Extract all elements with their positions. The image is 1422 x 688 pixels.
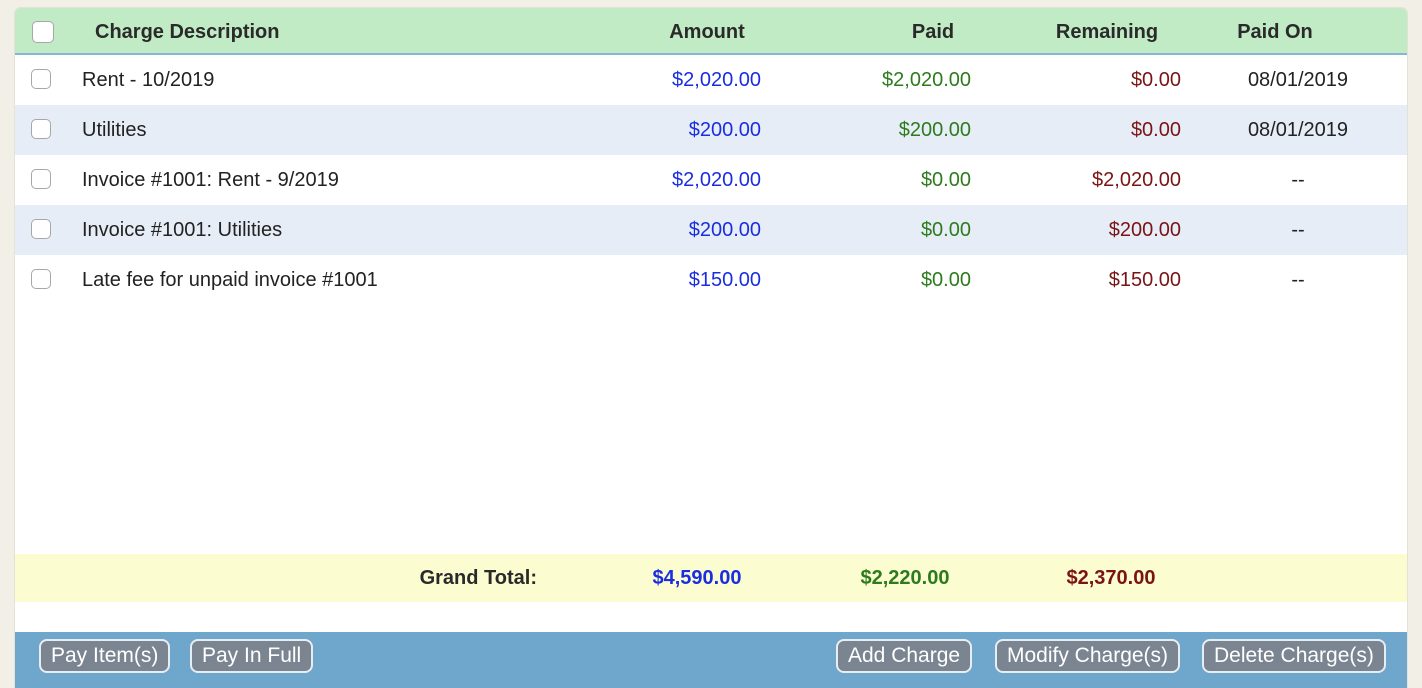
row-checkbox[interactable] — [31, 69, 51, 89]
charge-paid-on: -- — [1291, 269, 1305, 291]
charge-paid-on: 08/01/2019 — [1247, 119, 1349, 141]
grand-total-amount: $4,590.00 — [652, 567, 742, 589]
charges-panel: Charge Description Amount Paid Remaining… — [15, 8, 1407, 688]
charge-paid: $2,020.00 — [882, 69, 971, 91]
pay-items-button[interactable]: Pay Item(s) — [39, 639, 171, 673]
charge-paid-on: -- — [1291, 169, 1305, 191]
charge-description: Invoice #1001: Rent - 9/2019 — [82, 169, 339, 191]
table-row[interactable]: Invoice #1001: Rent - 9/2019 $2,020.00 $… — [15, 155, 1407, 205]
charge-remaining: $2,020.00 — [1092, 169, 1181, 191]
charge-paid: $0.00 — [920, 169, 971, 191]
add-charge-button[interactable]: Add Charge — [836, 639, 973, 673]
row-checkbox[interactable] — [31, 219, 51, 239]
charge-paid-on: -- — [1291, 219, 1305, 241]
modify-charges-button[interactable]: Modify Charge(s) — [995, 639, 1181, 673]
header-paid-on[interactable]: Paid On — [1220, 20, 1330, 44]
pay-in-full-button[interactable]: Pay In Full — [190, 639, 314, 673]
charge-description: Rent - 10/2019 — [82, 69, 215, 91]
charge-paid: $0.00 — [920, 269, 971, 291]
row-checkbox[interactable] — [31, 269, 51, 289]
charge-amount: $150.00 — [688, 269, 761, 291]
charge-description: Late fee for unpaid invoice #1001 — [82, 269, 378, 291]
grand-total-row: Grand Total: $4,590.00 $2,220.00 $2,370.… — [15, 554, 1407, 602]
header-amount[interactable]: Amount — [647, 20, 767, 44]
grand-total-remaining: $2,370.00 — [1066, 567, 1156, 589]
charge-paid: $0.00 — [920, 219, 971, 241]
grand-total-label: Grand Total: — [419, 567, 537, 589]
table-header: Charge Description Amount Paid Remaining… — [15, 8, 1407, 55]
select-all-checkbox[interactable] — [32, 21, 54, 43]
charge-remaining: $0.00 — [1130, 69, 1181, 91]
row-checkbox[interactable] — [31, 169, 51, 189]
action-toolbar: Pay Item(s) Pay In Full Add Charge Modif… — [15, 632, 1407, 688]
header-remaining[interactable]: Remaining — [1037, 20, 1177, 44]
charge-paid-on: 08/01/2019 — [1247, 69, 1349, 91]
table-row[interactable]: Invoice #1001: Utilities $200.00 $0.00 $… — [15, 205, 1407, 255]
charge-remaining: $200.00 — [1108, 219, 1181, 241]
charge-amount: $200.00 — [688, 219, 761, 241]
header-charge-description[interactable]: Charge Description — [95, 20, 279, 44]
charge-amount: $2,020.00 — [672, 69, 761, 91]
row-checkbox[interactable] — [31, 119, 51, 139]
charge-description: Utilities — [82, 119, 147, 141]
delete-charges-button[interactable]: Delete Charge(s) — [1202, 639, 1386, 673]
charge-description: Invoice #1001: Utilities — [82, 219, 283, 241]
charge-amount: $200.00 — [688, 119, 761, 141]
table-row[interactable]: Utilities $200.00 $200.00 $0.00 08/01/20… — [15, 105, 1407, 155]
charge-paid: $200.00 — [898, 119, 971, 141]
grand-total-paid: $2,220.00 — [860, 567, 950, 589]
header-paid[interactable]: Paid — [883, 20, 983, 44]
charge-remaining: $150.00 — [1108, 269, 1181, 291]
charge-amount: $2,020.00 — [672, 169, 761, 191]
table-row[interactable]: Late fee for unpaid invoice #1001 $150.0… — [15, 255, 1407, 305]
table-row[interactable]: Rent - 10/2019 $2,020.00 $2,020.00 $0.00… — [15, 55, 1407, 105]
charge-remaining: $0.00 — [1130, 119, 1181, 141]
